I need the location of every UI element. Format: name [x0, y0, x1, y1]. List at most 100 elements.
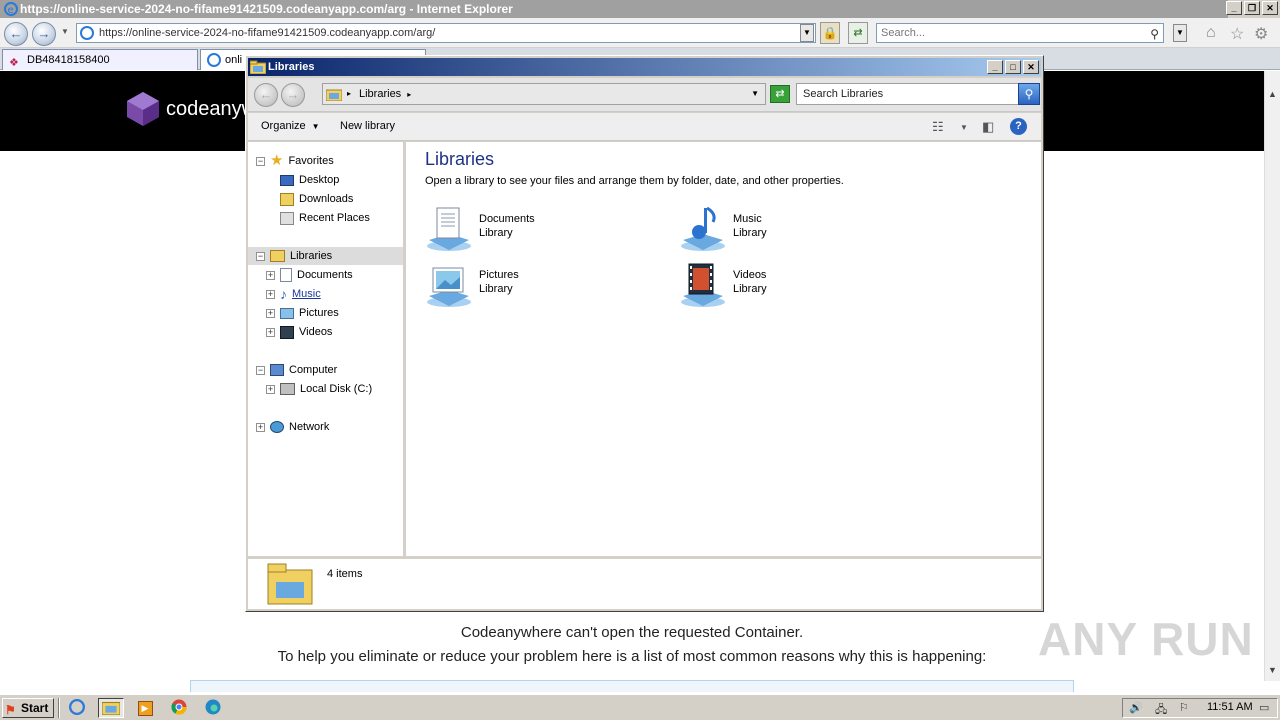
start-label: Start: [21, 701, 49, 715]
explorer-forward-button[interactable]: →: [281, 83, 305, 107]
page-scrollbar[interactable]: ▲ ▼: [1264, 71, 1280, 681]
computer-icon: [270, 364, 284, 376]
back-arrow-icon: ←: [9, 26, 23, 41]
details-pane: 4 items: [248, 556, 1041, 609]
organize-button[interactable]: Organize ▼: [261, 120, 320, 132]
reasons-box: [190, 680, 1074, 692]
nav-item-documents[interactable]: + Documents: [266, 266, 353, 284]
volume-icon[interactable]: 🔊: [1129, 701, 1143, 714]
expand-icon[interactable]: +: [266, 384, 275, 394]
nav-label: Network: [289, 421, 330, 433]
preview-pane-icon[interactable]: ◧: [982, 119, 994, 135]
forward-arrow-icon: →: [37, 26, 51, 41]
library-type: Library: [733, 283, 767, 295]
explorer-address-bar[interactable]: ▸ Libraries ▸ ▼: [322, 83, 766, 105]
codeanywhere-logo[interactable]: codeanyw: [126, 91, 256, 127]
ie-page-icon: [80, 26, 94, 40]
collapse-icon[interactable]: −: [256, 156, 265, 166]
search-provider-dropdown[interactable]: ▼: [1173, 24, 1187, 42]
explorer-search-box[interactable]: Search Libraries: [796, 83, 1020, 105]
show-desktop-icon[interactable]: ▭: [1259, 701, 1269, 714]
nav-item-computer[interactable]: − Computer: [256, 361, 337, 379]
chevron-down-icon: ▼: [311, 122, 320, 131]
minimize-button[interactable]: _: [1226, 1, 1242, 15]
scroll-up-icon[interactable]: ▲: [1268, 89, 1277, 99]
taskbar-explorer-button[interactable]: [98, 698, 124, 718]
explorer-minimize-button[interactable]: _: [987, 60, 1003, 74]
edge-icon: [205, 699, 221, 715]
breadcrumb-separator-icon[interactable]: ▸: [347, 84, 351, 104]
address-history-dropdown-icon[interactable]: ▼: [751, 84, 759, 104]
library-videos-text: Videos Library: [733, 268, 767, 296]
expand-icon[interactable]: +: [266, 327, 275, 337]
collapse-icon[interactable]: −: [256, 251, 265, 261]
address-dropdown-button[interactable]: ▼: [800, 24, 814, 42]
taskbar-ie-button[interactable]: [64, 698, 90, 718]
home-icon[interactable]: ⌂: [1206, 24, 1216, 42]
explorer-refresh-button[interactable]: ⇄: [770, 85, 790, 103]
nav-item-videos[interactable]: + Videos: [266, 323, 332, 341]
start-button[interactable]: ⚑ Start: [2, 698, 54, 718]
nav-item-music[interactable]: + ♪ Music: [266, 285, 321, 303]
libraries-folder-icon: [326, 89, 342, 101]
nav-item-local-disk[interactable]: + Local Disk (C:): [266, 380, 372, 398]
ie-search-box[interactable]: Search... ⚲: [876, 23, 1164, 43]
taskbar-edge-button[interactable]: [200, 698, 226, 718]
expand-icon[interactable]: +: [256, 422, 265, 432]
back-button[interactable]: ←: [4, 22, 28, 46]
history-dropdown-icon[interactable]: ▼: [61, 27, 69, 36]
clock[interactable]: 11:51 AM: [1207, 701, 1253, 713]
scroll-down-icon[interactable]: ▼: [1268, 665, 1277, 675]
expand-icon[interactable]: +: [266, 308, 275, 318]
refresh-button[interactable]: ⇄: [848, 22, 868, 44]
nav-item-desktop[interactable]: Desktop: [280, 171, 339, 189]
help-icon[interactable]: ?: [1010, 118, 1027, 135]
tab-1[interactable]: ❖ DB48418158400: [2, 49, 198, 70]
forward-button[interactable]: →: [32, 22, 56, 46]
search-icon[interactable]: ⚲: [1150, 25, 1159, 43]
system-tray: 🔊 🖧 ⚐ 11:51 AM ▭: [1122, 698, 1278, 718]
new-library-button[interactable]: New library: [340, 120, 395, 132]
expand-icon[interactable]: +: [266, 289, 275, 299]
nav-item-recent-places[interactable]: Recent Places: [280, 209, 370, 227]
libraries-content-pane: Libraries Open a library to see your fil…: [409, 142, 1041, 556]
explorer-body: − ★ Favorites Desktop Downloads Recent P…: [248, 142, 1041, 556]
nav-item-network[interactable]: + Network: [256, 418, 329, 436]
network-tray-icon[interactable]: 🖧: [1155, 701, 1167, 720]
ie-navigation-bar: ← → ▼ https://online-service-2024-no-fif…: [0, 18, 1280, 48]
taskbar-media-player-button[interactable]: ▶: [132, 698, 158, 718]
security-lock-icon[interactable]: 🔒: [820, 22, 840, 44]
explorer-search-button[interactable]: ⚲: [1018, 83, 1040, 105]
change-view-icon[interactable]: ☷: [932, 119, 944, 135]
address-bar[interactable]: https://online-service-2024-no-fifame914…: [76, 23, 816, 43]
action-center-flag-icon[interactable]: ⚐: [1179, 701, 1189, 714]
nav-item-downloads[interactable]: Downloads: [280, 190, 353, 208]
explorer-maximize-button[interactable]: □: [1005, 60, 1021, 74]
library-music[interactable]: Music Library: [679, 204, 767, 252]
restore-button[interactable]: ❐: [1244, 1, 1260, 15]
collapse-icon[interactable]: −: [256, 365, 265, 375]
breadcrumb-libraries[interactable]: Libraries: [359, 88, 401, 100]
nav-item-libraries[interactable]: − Libraries: [248, 247, 403, 265]
explorer-close-button[interactable]: ✕: [1023, 60, 1039, 74]
breadcrumb-dropdown-icon[interactable]: ▸: [407, 90, 411, 99]
close-button[interactable]: ✕: [1262, 1, 1278, 15]
explorer-back-button[interactable]: ←: [254, 83, 278, 107]
library-name: Pictures: [479, 269, 519, 281]
taskbar-chrome-button[interactable]: [166, 698, 192, 718]
view-dropdown-icon[interactable]: ▼: [960, 123, 968, 132]
taskbar: ⚑ Start ▶ 🔊 🖧 ⚐ 11:51 AM ▭: [0, 694, 1280, 720]
nav-item-favorites[interactable]: − ★ Favorites: [256, 152, 334, 170]
library-music-text: Music Library: [733, 212, 767, 240]
documents-library-icon: [427, 207, 471, 251]
tools-gear-icon[interactable]: ⚙: [1254, 24, 1268, 44]
library-documents[interactable]: Documents Library: [425, 204, 535, 252]
favorites-star-icon[interactable]: ☆: [1230, 24, 1244, 44]
expand-icon[interactable]: +: [266, 270, 275, 280]
library-videos[interactable]: Videos Library: [679, 260, 767, 308]
library-pictures[interactable]: Pictures Library: [425, 260, 519, 308]
star-icon: ★: [270, 152, 284, 169]
nav-item-pictures[interactable]: + Pictures: [266, 304, 339, 322]
item-count: 4 items: [327, 568, 363, 580]
library-type: Library: [479, 227, 513, 239]
